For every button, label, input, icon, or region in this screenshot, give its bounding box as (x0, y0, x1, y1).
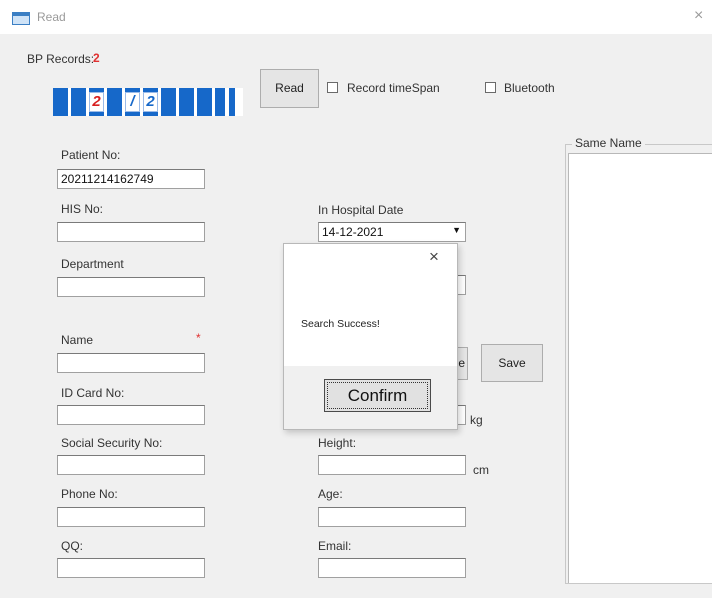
in-hospital-date-field[interactable]: 14-12-2021 ▼ (318, 222, 466, 242)
display-segment (229, 88, 235, 116)
qq-field[interactable] (57, 558, 205, 578)
in-hospital-date-value: 14-12-2021 (322, 225, 384, 239)
in-hospital-date-label: In Hospital Date (318, 203, 404, 217)
display-segment (53, 88, 68, 116)
age-label: Age: (318, 487, 343, 501)
id-card-label: ID Card No: (61, 386, 125, 400)
name-required-marker: * (196, 331, 201, 345)
display-digit: 2 (89, 92, 104, 112)
social-security-field[interactable] (57, 455, 205, 475)
dropdown-arrow-icon[interactable]: ▼ (452, 225, 461, 235)
social-security-label: Social Security No: (61, 436, 163, 450)
save-button[interactable]: Save (481, 344, 543, 382)
display-segment (215, 88, 225, 116)
display-segment (71, 88, 86, 116)
bp-records-label: BP Records: (27, 52, 95, 66)
weight-unit: kg (470, 413, 483, 427)
height-label: Height: (318, 436, 357, 450)
phone-field[interactable] (57, 507, 205, 527)
confirm-button[interactable]: Confirm (324, 379, 431, 412)
bp-records-display: 2 / 2 (53, 88, 243, 116)
his-no-field[interactable] (57, 222, 205, 242)
same-name-list[interactable] (568, 153, 712, 583)
display-segment (107, 88, 122, 116)
title-bar: Read × (0, 0, 712, 34)
display-segment (179, 88, 194, 116)
qq-label: QQ: (61, 539, 84, 553)
window-app-icon (12, 12, 30, 25)
bluetooth-checkbox[interactable] (485, 82, 496, 93)
dialog-message: Search Success! (301, 318, 380, 330)
name-field[interactable] (57, 353, 205, 373)
name-label: Name (61, 333, 94, 347)
bluetooth-label: Bluetooth (504, 81, 555, 95)
phone-label: Phone No: (61, 487, 118, 501)
email-label: Email: (318, 539, 352, 553)
age-field[interactable] (318, 507, 466, 527)
display-digit: 2 (143, 92, 158, 112)
height-unit: cm (473, 463, 489, 477)
his-no-label: HIS No: (61, 202, 104, 216)
department-field[interactable] (57, 277, 205, 297)
patient-no-field[interactable]: 20211214162749 (57, 169, 205, 189)
display-digit: / (125, 92, 140, 112)
department-label: Department (61, 257, 124, 271)
window-title: Read (37, 10, 66, 24)
read-button[interactable]: Read (260, 69, 319, 108)
height-field[interactable] (318, 455, 466, 475)
window-close-icon[interactable]: × (694, 8, 703, 24)
search-success-dialog: × Search Success! Confirm (283, 243, 458, 430)
id-card-field[interactable] (57, 405, 205, 425)
same-name-legend: Same Name (572, 136, 645, 150)
display-segment (197, 88, 212, 116)
record-timespan-label: Record timeSpan (347, 81, 440, 95)
bp-records-count: 2 (93, 51, 100, 65)
display-segment (161, 88, 176, 116)
record-timespan-checkbox[interactable] (327, 82, 338, 93)
email-field[interactable] (318, 558, 466, 578)
patient-no-label: Patient No: (61, 148, 121, 162)
dialog-close-icon[interactable]: × (429, 248, 439, 265)
